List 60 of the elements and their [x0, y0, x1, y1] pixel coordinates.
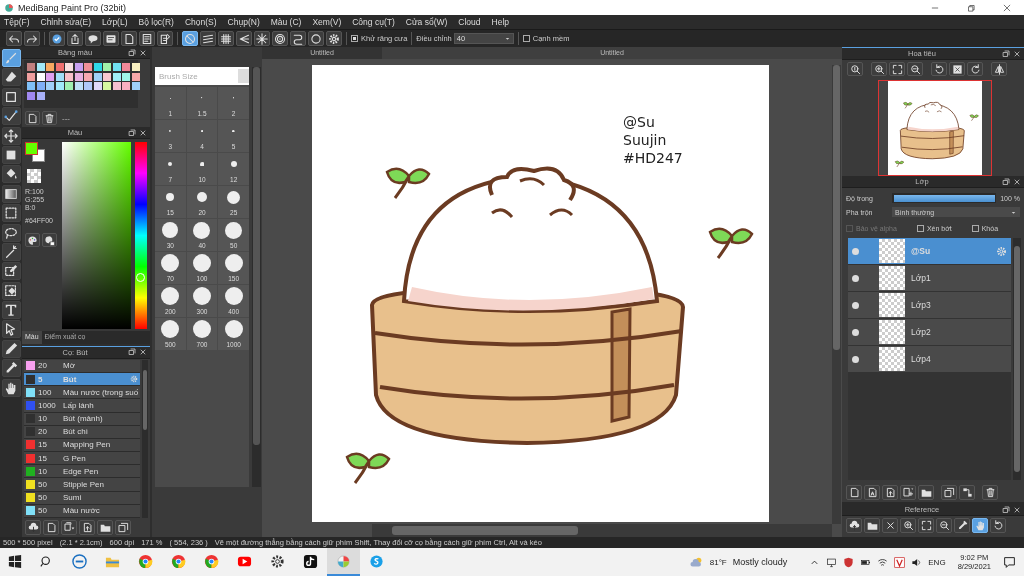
brush-size: 20 — [38, 361, 48, 371]
brush-row[interactable]: 10 Edge Pen — [24, 465, 141, 479]
menu-item[interactable]: Chọn(S) — [184, 17, 217, 27]
menu-item[interactable]: Xem(V) — [312, 17, 342, 27]
input-language[interactable]: ENG — [928, 557, 946, 567]
layer-row[interactable]: Lớp3 — [848, 292, 1011, 318]
brush-name: Bút — [63, 374, 78, 384]
layer-row[interactable]: Lớp4 — [848, 346, 1011, 372]
brush-row[interactable]: 50 Stipple Pen — [24, 478, 141, 492]
brush-name: G Pen — [63, 453, 87, 463]
brush-size: 20 — [38, 427, 48, 437]
layer-row[interactable]: Lớp2 — [848, 319, 1011, 345]
menu-item[interactable]: Màu (C) — [270, 17, 302, 27]
brush-size: 15 — [38, 453, 48, 463]
brush-size: 10 — [38, 466, 48, 476]
brush-size: 5 — [38, 374, 44, 384]
layer-name: Lớp1 — [911, 273, 932, 283]
layer-name: @Su — [911, 246, 932, 256]
brush-name: Màu nước — [63, 506, 101, 516]
handwritten-text: Suujin — [623, 132, 667, 148]
brush-size: 1000 — [38, 400, 57, 410]
brush-name: Lấp lánh — [63, 400, 95, 410]
brush-size: 100 — [38, 387, 53, 397]
canvas-page[interactable]: @Su Suujin #HD247 — [312, 65, 769, 522]
menu-item[interactable]: Tệp(F) — [4, 17, 30, 27]
window-title: MediBang Paint Pro (32bit) — [18, 2, 127, 13]
menu-item[interactable]: Công cụ(T) — [352, 17, 395, 27]
brush-row[interactable]: 15 G Pen — [24, 452, 141, 466]
menu-item[interactable]: Cloud — [458, 17, 481, 27]
handwritten-text: @Su — [623, 114, 655, 130]
handwritten-text: #HD247 — [623, 150, 683, 166]
brush-name: Bút (mảnh) — [63, 414, 104, 424]
brush-name: Bút chì — [63, 427, 89, 437]
brush-row[interactable]: 1000 Lấp lánh — [24, 399, 141, 413]
layer-name: Lớp3 — [911, 300, 932, 310]
layer-row[interactable]: Lớp1 — [848, 265, 1011, 291]
brush-name: Mờ — [63, 361, 76, 371]
weather-condition: Mostly cloudy — [732, 557, 788, 567]
menu-item[interactable]: Bộ lọc(R) — [138, 17, 174, 27]
brush-size: 15 — [38, 440, 48, 450]
brush-name: Mapping Pen — [63, 440, 112, 450]
brush-size: 50 — [38, 493, 48, 503]
layer-name: Lớp4 — [911, 354, 932, 364]
menu-item[interactable]: Chụp(N) — [227, 17, 260, 27]
brush-size: 50 — [38, 506, 48, 516]
brush-name: Sumi — [63, 493, 83, 503]
layer-name: Lớp2 — [911, 327, 932, 337]
brush-row[interactable]: 100 Màu nước (trong suố — [24, 386, 141, 400]
brush-row[interactable]: 20 Mờ — [24, 359, 141, 373]
menu-item[interactable]: Cửa sổ(W) — [405, 17, 448, 27]
menu-item[interactable]: Chỉnh sửa(E) — [40, 17, 92, 27]
menu-item[interactable]: Help — [491, 17, 510, 27]
brush-name: Edge Pen — [63, 466, 100, 476]
menu-item[interactable]: Lớp(L) — [102, 17, 128, 27]
brush-size: 10 — [38, 414, 48, 424]
brush-size: 50 — [38, 480, 48, 490]
brush-name: Màu nước (trong suố — [63, 387, 139, 397]
palette-set-name: --- — [62, 113, 70, 123]
brush-name: Stipple Pen — [63, 480, 105, 490]
temperature: 81°F — [709, 557, 727, 567]
